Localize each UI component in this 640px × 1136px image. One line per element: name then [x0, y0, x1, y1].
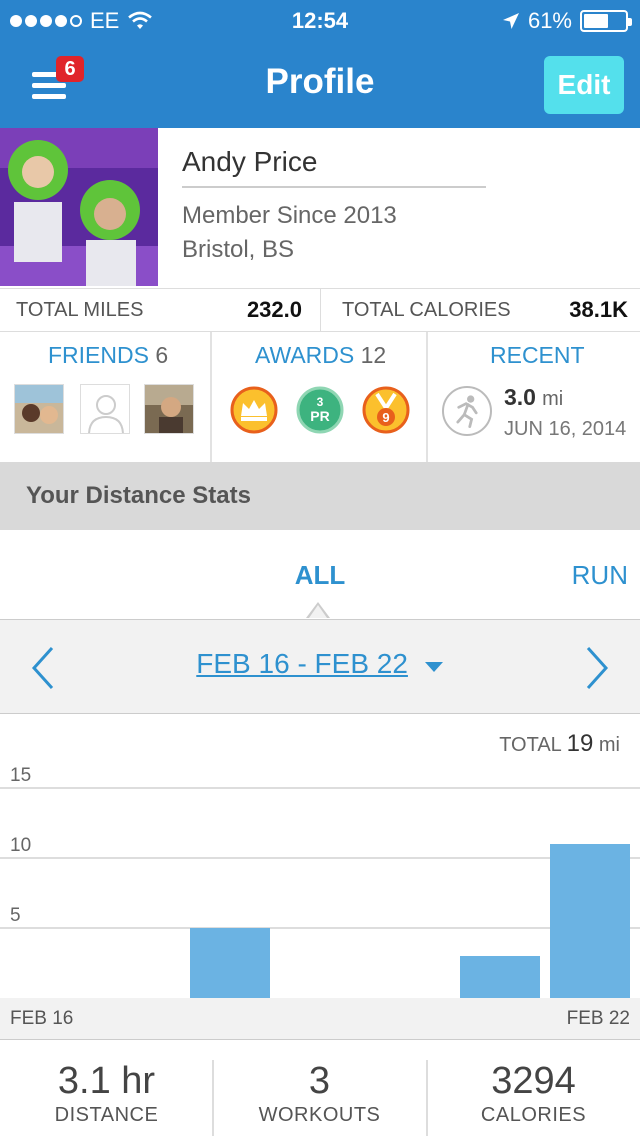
active-tab-indicator-fill	[309, 605, 327, 618]
friends-header: FRIENDS 6	[48, 342, 168, 369]
recent-distance: 3.0 mi	[504, 384, 563, 411]
x-axis-end-label: FEB 22	[566, 1008, 630, 1029]
tab-run[interactable]: RUN	[572, 560, 628, 591]
profile-card: Andy Price Member Since 2013 Bristol, BS	[0, 128, 640, 288]
activity-tabs: ALL RUN	[0, 530, 640, 620]
medal-award-number: 9	[382, 410, 389, 425]
summary-calories-label: CALORIES	[480, 1104, 587, 1126]
running-icon	[442, 386, 492, 436]
next-week-arrow-icon[interactable]	[576, 642, 616, 694]
recent-label: RECENT	[490, 342, 585, 368]
profile-location: Bristol, BS	[182, 236, 295, 263]
week-navigator: FEB 16 - FEB 22	[0, 620, 640, 714]
medal-award-icon[interactable]: 9	[362, 386, 410, 434]
crown-award-icon[interactable]	[230, 386, 278, 434]
total-miles-label: TOTAL MILES	[16, 299, 144, 321]
friend-photo	[15, 385, 63, 433]
pr-award-icon[interactable]: 3 PR	[296, 386, 344, 434]
friends-label: FRIENDS	[48, 342, 149, 368]
recent-distance-unit: mi	[542, 388, 564, 410]
awards-section[interactable]: AWARDS 12 3 PR 9	[212, 332, 426, 462]
battery-percent: 61%	[527, 8, 572, 33]
location-arrow-icon	[502, 13, 519, 29]
tab-all[interactable]: ALL	[0, 560, 640, 591]
summary-distance-label: DISTANCE	[54, 1104, 159, 1126]
summary-calories-value: 3294	[491, 1060, 576, 1102]
summary-calories: 3294 CALORIES	[427, 1040, 640, 1136]
dropdown-caret-icon	[424, 661, 443, 672]
edit-button[interactable]: Edit	[544, 56, 624, 114]
avatar-photo	[0, 128, 158, 286]
avatar[interactable]	[0, 128, 158, 286]
battery-level	[584, 14, 609, 28]
y-tick-label: 10	[10, 835, 31, 856]
distance-stats-header: Your Distance Stats	[0, 462, 640, 530]
summary-workouts-label: WORKOUTS	[258, 1104, 381, 1126]
summary-distance: 3.1 hr DISTANCE	[0, 1040, 213, 1136]
chart-plot: 5 10 15	[0, 765, 640, 998]
recent-distance-value: 3.0	[504, 384, 536, 410]
x-axis-start-label: FEB 16	[10, 1008, 74, 1029]
pr-award-count: 3	[317, 395, 324, 409]
status-bar: EE 12:54 61%	[0, 0, 640, 40]
week-range-label: FEB 16 - FEB 22	[196, 648, 408, 679]
distance-chart: TOTAL 19 mi 5 10 15	[0, 714, 640, 1040]
awards-count: 12	[360, 342, 387, 368]
friend-avatar-placeholder[interactable]	[80, 384, 130, 434]
friends-section[interactable]: FRIENDS 6	[0, 332, 211, 462]
friend-photo	[145, 385, 193, 433]
summary-distance-value: 3.1 hr	[57, 1060, 156, 1102]
total-calories-label: TOTAL CALORIES	[342, 299, 511, 321]
battery-icon	[580, 10, 632, 32]
status-right: 61%	[502, 8, 632, 34]
friends-count: 6	[155, 342, 169, 368]
chart-bar-feb-18[interactable]	[190, 928, 270, 998]
total-calories-value: 38.1K	[569, 297, 628, 322]
app-header: EE 12:54 61% 6 Profile Edit	[0, 0, 640, 128]
awards-label: AWARDS	[255, 342, 355, 368]
user-placeholder-icon	[81, 385, 129, 433]
name-divider	[182, 186, 486, 188]
recent-date: JUN 16, 2014	[504, 418, 627, 440]
friend-avatar[interactable]	[144, 384, 194, 434]
chart-bar-feb-22[interactable]	[550, 844, 630, 998]
y-tick-label: 5	[10, 905, 21, 926]
summary-workouts-value: 3	[308, 1060, 331, 1102]
totals-divider	[320, 289, 321, 331]
member-since: Member Since 2013	[182, 202, 397, 229]
awards-header: AWARDS 12	[255, 342, 386, 369]
chart-x-axis: FEB 16 FEB 22	[0, 998, 640, 1040]
profile-name: Andy Price	[182, 146, 318, 177]
chart-bar-feb-21[interactable]	[460, 956, 540, 998]
total-miles-value: 232.0	[246, 297, 302, 322]
weekly-summary: 3.1 hr DISTANCE 3 WORKOUTS 3294 CALORIES	[0, 1040, 640, 1136]
summary-workouts: 3 WORKOUTS	[213, 1040, 426, 1136]
week-range-selector[interactable]: FEB 16 - FEB 22	[0, 648, 640, 680]
distance-stats-title: Your Distance Stats	[26, 482, 251, 509]
totals-row: TOTAL MILES 232.0 TOTAL CALORIES 38.1K	[0, 288, 640, 332]
social-row: FRIENDS 6 AWARDS 12 3 PR 9 RECENT 3.0 mi…	[0, 332, 640, 464]
y-tick-label: 15	[10, 765, 31, 786]
pr-award-text: PR	[310, 408, 329, 424]
friend-avatar[interactable]	[14, 384, 64, 434]
